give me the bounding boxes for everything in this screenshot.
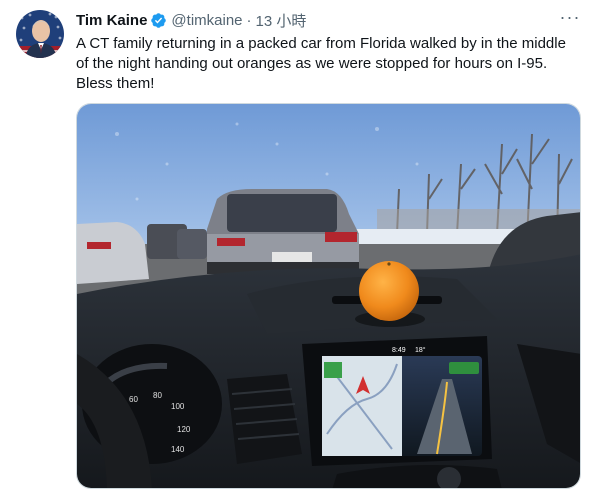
avatar[interactable] <box>16 10 64 58</box>
dash-clock: 8:49 <box>392 347 406 354</box>
tweet-text-line: A CT family returning in a packed car fr… <box>76 35 566 52</box>
separator-dot: · <box>246 11 252 29</box>
photo-car-dashboard-orange: 60 80 100 120 140 8:49 18° <box>77 104 580 488</box>
gauge-tick: 100 <box>171 402 185 411</box>
author-handle[interactable]: @timkaine <box>171 12 242 29</box>
gauge-tick: 140 <box>171 445 185 454</box>
gauge-tick: 80 <box>153 391 162 400</box>
tweet-text: A CT family returning in a packed car fr… <box>76 34 576 94</box>
verified-badge-icon <box>151 12 167 28</box>
tweet-header: Tim Kaine @timkaine · 13 小時 <box>76 10 580 30</box>
tweet-timestamp[interactable]: 13 小時 <box>256 10 307 31</box>
avatar-image <box>16 10 64 58</box>
author-name[interactable]: Tim Kaine <box>76 12 147 29</box>
tweet-card[interactable]: Tim Kaine @timkaine · 13 小時 ··· A CT fam… <box>0 0 596 493</box>
dash-temp: 18° <box>415 346 426 354</box>
gauge-tick: 60 <box>129 395 138 404</box>
more-options-icon[interactable]: ··· <box>558 8 582 28</box>
tweet-photo[interactable]: 60 80 100 120 140 8:49 18° <box>76 103 581 489</box>
tweet-text-line: Bless them! <box>76 75 155 92</box>
gauge-tick: 120 <box>177 425 191 434</box>
tweet-text-line: of the night handing out oranges as we w… <box>76 55 548 72</box>
